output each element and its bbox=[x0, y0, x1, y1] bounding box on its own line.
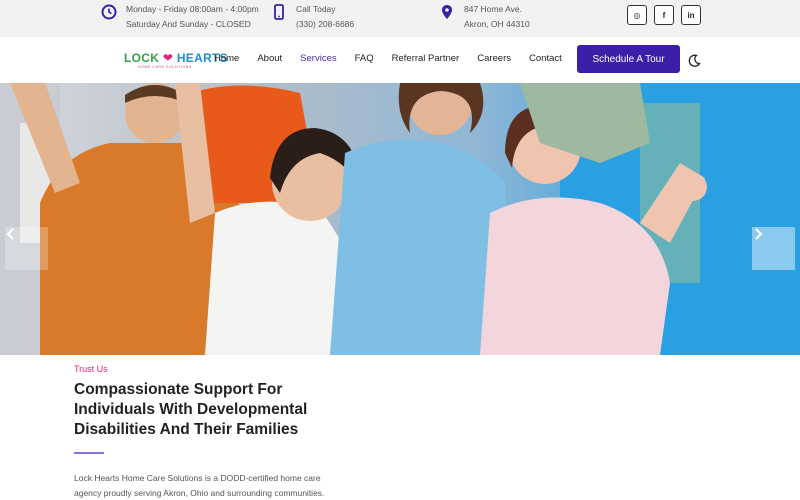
map-pin-icon bbox=[438, 3, 456, 21]
nav-about[interactable]: About bbox=[257, 53, 282, 64]
instagram-icon[interactable]: ◎ bbox=[627, 5, 647, 25]
social-links: ◎ f in bbox=[627, 5, 708, 25]
section-heading: Compassionate Support For Individuals Wi… bbox=[74, 381, 308, 438]
top-info-bar: Monday - Friday 08:00am - 4:00pm Saturda… bbox=[0, 0, 800, 37]
site-logo[interactable]: LOCK ❤ HEARTS HOME CARE SOLUTIONS bbox=[124, 51, 228, 73]
phone-label: Call Today bbox=[296, 4, 336, 14]
heart-icon: ❤ bbox=[162, 51, 174, 65]
nav-careers[interactable]: Careers bbox=[477, 53, 511, 64]
nav-faq[interactable]: FAQ bbox=[355, 53, 374, 64]
clock-icon bbox=[100, 3, 118, 21]
nav-home[interactable]: Home bbox=[214, 53, 239, 64]
chevron-right-icon bbox=[755, 228, 763, 240]
nav-menu: Home About Services FAQ Referral Partner… bbox=[214, 53, 580, 64]
logo-tagline: HOME CARE SOLUTIONS bbox=[138, 65, 192, 69]
hours-info: Monday - Friday 08:00am - 4:00pm Saturda… bbox=[100, 2, 259, 32]
nav-contact[interactable]: Contact bbox=[529, 53, 562, 64]
moon-icon[interactable] bbox=[687, 54, 701, 68]
chevron-left-icon bbox=[6, 228, 14, 240]
nav-referral-partner[interactable]: Referral Partner bbox=[392, 53, 460, 64]
schedule-tour-button[interactable]: Schedule A Tour bbox=[577, 45, 680, 73]
address-street: 847 Home Ave. bbox=[464, 4, 522, 14]
logo-lock-text: LOCK bbox=[124, 51, 160, 65]
hours-weekdays: Monday - Friday 08:00am - 4:00pm bbox=[126, 4, 259, 14]
phone-icon bbox=[270, 3, 288, 21]
hero-photo bbox=[0, 83, 800, 355]
phone-info[interactable]: Call Today (330) 208-6686 bbox=[270, 2, 354, 32]
address-info: 847 Home Ave. Akron, OH 44310 bbox=[438, 2, 530, 32]
heading-divider bbox=[74, 452, 104, 454]
slider-next-button[interactable] bbox=[752, 227, 795, 270]
phone-number[interactable]: (330) 208-6686 bbox=[296, 17, 354, 32]
address-city: Akron, OH 44310 bbox=[464, 19, 530, 29]
hours-weekend: Saturday And Sunday - CLOSED bbox=[126, 19, 251, 29]
main-navigation: LOCK ❤ HEARTS HOME CARE SOLUTIONS Home A… bbox=[0, 37, 800, 83]
slider-prev-button[interactable] bbox=[5, 227, 48, 270]
facebook-icon[interactable]: f bbox=[654, 5, 674, 25]
section-kicker: Trust Us bbox=[74, 364, 108, 374]
nav-services[interactable]: Services bbox=[300, 53, 336, 64]
section-paragraph: Lock Hearts Home Care Solutions is a DOD… bbox=[74, 473, 325, 498]
hero-slider bbox=[0, 83, 800, 355]
linkedin-icon[interactable]: in bbox=[681, 5, 701, 25]
